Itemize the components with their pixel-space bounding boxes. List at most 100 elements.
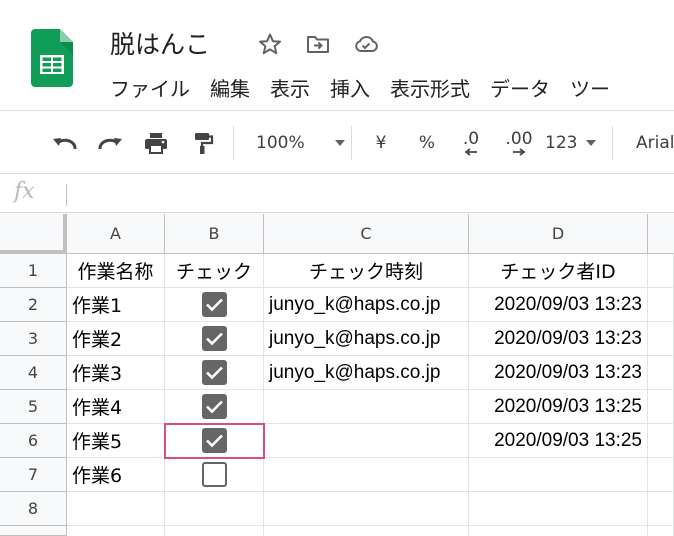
paint-format-button[interactable]	[188, 128, 218, 158]
fx-icon: fx	[14, 179, 35, 204]
cell-d4[interactable]: 2020/09/03 13:23	[469, 356, 648, 390]
cell-e8[interactable]	[648, 492, 674, 526]
undo-button[interactable]	[50, 128, 80, 158]
increase-decimal-button[interactable]: .00	[500, 128, 538, 158]
row-header-7[interactable]: 7	[0, 458, 67, 492]
cell-c6[interactable]	[264, 424, 469, 458]
print-button[interactable]	[141, 128, 171, 158]
font-select[interactable]: Arial	[636, 128, 674, 158]
check-icon	[205, 434, 223, 448]
cell-a5[interactable]: 作業4	[67, 390, 165, 424]
row-header-3[interactable]: 3	[0, 322, 67, 356]
redo-button[interactable]	[95, 128, 125, 158]
move-to-folder-icon[interactable]	[305, 32, 331, 56]
cell-c3[interactable]: junyo_k@haps.co.jp	[264, 322, 469, 356]
formula-divider	[66, 184, 67, 206]
cell-a7[interactable]: 作業6	[67, 458, 165, 492]
star-icon[interactable]	[257, 32, 283, 56]
cell-a6[interactable]: 作業5	[67, 424, 165, 458]
cell-c5[interactable]	[264, 390, 469, 424]
cell-e9[interactable]	[648, 526, 674, 536]
toolbar: 100% ¥ % .0 .00 123 Arial	[0, 112, 674, 174]
zoom-value: 100%	[256, 133, 305, 153]
checkbox-checked[interactable]	[201, 394, 227, 419]
cell-d1[interactable]: チェック者ID	[469, 254, 648, 288]
cell-d7[interactable]	[469, 458, 648, 492]
menu-data[interactable]: データ	[490, 74, 550, 104]
cell-b5[interactable]	[165, 390, 264, 424]
cell-b3[interactable]	[165, 322, 264, 356]
cell-c4[interactable]: junyo_k@haps.co.jp	[264, 356, 469, 390]
menu-tools[interactable]: ツー	[570, 74, 610, 104]
cell-b9[interactable]	[165, 526, 264, 536]
cell-b6[interactable]	[165, 424, 264, 458]
redo-icon	[98, 138, 122, 150]
toolbar-separator	[351, 126, 352, 160]
row-header-5[interactable]: 5	[0, 390, 67, 424]
column-header-c[interactable]: C	[264, 214, 469, 254]
cell-a3[interactable]: 作業2	[67, 322, 165, 356]
checkbox-checked[interactable]	[201, 326, 227, 351]
menu-edit[interactable]: 編集	[210, 74, 250, 104]
column-header-b[interactable]: B	[165, 214, 264, 254]
cell-a9[interactable]	[67, 526, 165, 536]
cell-e1[interactable]	[648, 254, 674, 288]
row-header-8[interactable]: 8	[0, 492, 67, 526]
cell-b2[interactable]	[165, 288, 264, 322]
cell-d8[interactable]	[469, 492, 648, 526]
checkbox-checked[interactable]	[201, 428, 227, 453]
cell-e7[interactable]	[648, 458, 674, 492]
column-header-a[interactable]: A	[67, 214, 165, 254]
row-header-6[interactable]: 6	[0, 424, 67, 458]
menu-file[interactable]: ファイル	[110, 74, 190, 104]
cell-c1[interactable]: チェック時刻	[264, 254, 469, 288]
row-header-1[interactable]: 1	[0, 254, 67, 288]
cell-b7[interactable]	[165, 458, 264, 492]
cell-e3[interactable]	[648, 322, 674, 356]
row-header-9[interactable]	[0, 526, 67, 536]
cell-d3[interactable]: 2020/09/03 13:23	[469, 322, 648, 356]
zoom-select[interactable]: 100%	[256, 128, 346, 158]
cell-e2[interactable]	[648, 288, 674, 322]
menu-insert[interactable]: 挿入	[330, 74, 370, 104]
cell-a1[interactable]: 作業名称	[67, 254, 165, 288]
checkbox-checked[interactable]	[201, 292, 227, 317]
row-header-2[interactable]: 2	[0, 288, 67, 322]
cell-b1[interactable]: チェック	[165, 254, 264, 288]
cell-d2[interactable]: 2020/09/03 13:23	[469, 288, 648, 322]
menu-format[interactable]: 表示形式	[390, 74, 470, 104]
checkbox-unchecked[interactable]	[201, 462, 227, 487]
document-title[interactable]: 脱はんこ	[110, 25, 210, 61]
select-all-corner[interactable]	[0, 214, 67, 254]
cell-a2[interactable]: 作業1	[67, 288, 165, 322]
formula-bar: fx	[0, 175, 674, 213]
currency-format-button[interactable]: ¥	[368, 128, 394, 158]
more-formats-select[interactable]: 123	[545, 128, 597, 158]
percent-format-button[interactable]: %	[414, 128, 440, 158]
cell-e5[interactable]	[648, 390, 674, 424]
spreadsheet-grid: A B C D 1 2 3 4 5 6 7 8 作業名称 チェック チェック時刻…	[0, 214, 674, 536]
menu-view[interactable]: 表示	[270, 74, 310, 104]
checkbox-checked[interactable]	[201, 360, 227, 385]
cell-c2[interactable]: junyo_k@haps.co.jp	[264, 288, 469, 322]
cell-a8[interactable]	[67, 492, 165, 526]
column-header-d[interactable]: D	[469, 214, 648, 254]
cell-d9[interactable]	[469, 526, 648, 536]
cell-c9[interactable]	[264, 526, 469, 536]
cell-e6[interactable]	[648, 424, 674, 458]
cell-b4[interactable]	[165, 356, 264, 390]
cloud-saved-icon[interactable]	[353, 32, 379, 56]
cell-a4[interactable]: 作業3	[67, 356, 165, 390]
column-header-e[interactable]	[648, 214, 674, 254]
row-header-4[interactable]: 4	[0, 356, 67, 390]
sheets-logo-icon[interactable]	[31, 29, 73, 87]
cell-b8[interactable]	[165, 492, 264, 526]
cell-c8[interactable]	[264, 492, 469, 526]
cell-e4[interactable]	[648, 356, 674, 390]
cell-c7[interactable]	[264, 458, 469, 492]
cell-d6[interactable]: 2020/09/03 13:25	[469, 424, 648, 458]
paint-roller-icon	[195, 133, 214, 154]
cell-d5[interactable]: 2020/09/03 13:25	[469, 390, 648, 424]
decrease-decimal-button[interactable]: .0	[454, 128, 488, 158]
formula-input[interactable]	[74, 181, 664, 207]
